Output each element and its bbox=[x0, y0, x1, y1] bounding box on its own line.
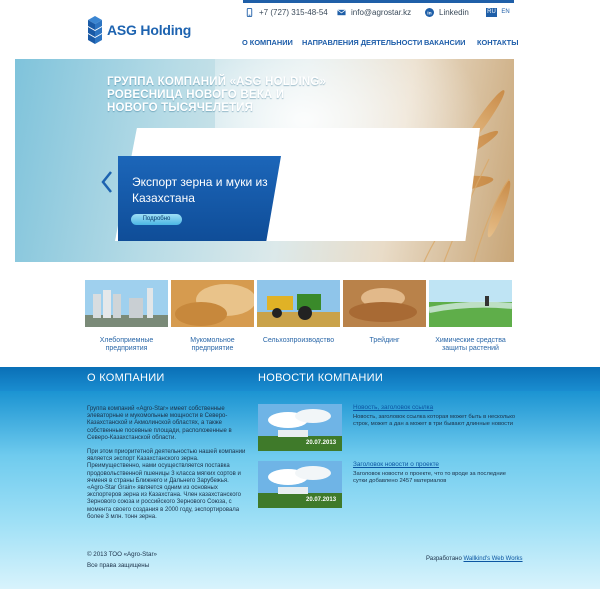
news-title-link[interactable]: Заголовок новости о проекте bbox=[353, 461, 439, 468]
footer-copyright: © 2013 ТОО «Agro-Star» Все права защищен… bbox=[87, 549, 157, 571]
nav-directions[interactable]: НАПРАВЛЕНИЯ ДЕЯТЕЛЬНОСТИ bbox=[302, 38, 422, 47]
copyright-text: © 2013 ТОО «Agro-Star» bbox=[87, 551, 157, 558]
lang-ru[interactable]: RU bbox=[486, 8, 497, 17]
direction-caption: Мукомольное предприятие bbox=[190, 337, 235, 352]
flour-image bbox=[171, 280, 256, 327]
email-contact[interactable]: info@agrostar.kz bbox=[337, 8, 411, 17]
nav-about[interactable]: О КОМПАНИИ bbox=[242, 38, 293, 47]
hands-grain-image bbox=[343, 280, 426, 327]
direction-caption: Хлебоприемные предприятия bbox=[99, 337, 154, 352]
news-date: 20.07.2013 bbox=[306, 440, 337, 446]
direction-item-agriculture[interactable]: Сельхозпроизводство bbox=[257, 280, 340, 345]
svg-text:in: in bbox=[427, 10, 431, 16]
direction-item-grain[interactable]: Хлебоприемные предприятия bbox=[85, 280, 168, 353]
hero-slider: ГРУППА КОМПАНИЙ «ASG HOLDING» РОВЕСНИЦА … bbox=[15, 59, 514, 262]
logo-text: ASG Holding bbox=[107, 22, 192, 38]
news-description: Заголовок новости о проекте, что то врод… bbox=[353, 471, 506, 484]
nav-vacancies[interactable]: ВАКАНСИИ bbox=[424, 38, 465, 47]
phone-text: +7 (727) 315-48-54 bbox=[259, 8, 328, 17]
developer-link[interactable]: Wallkind's Web Works bbox=[463, 556, 522, 562]
linkedin-text: Linkedin bbox=[439, 8, 469, 17]
mail-icon bbox=[337, 9, 346, 16]
direction-caption: Трейдинг bbox=[369, 337, 400, 344]
email-text: info@agrostar.kz bbox=[351, 8, 412, 17]
hero-subtitle: Экспорт зерна и муки из Казахстана bbox=[132, 175, 268, 205]
direction-caption: Химические средства защиты растений bbox=[435, 337, 506, 352]
direction-item-trading[interactable]: Трейдинг bbox=[343, 280, 426, 345]
news-title-link[interactable]: Новость, заголовок ссылка bbox=[353, 404, 433, 411]
lang-en[interactable]: EN bbox=[500, 8, 511, 17]
slider-prev-icon[interactable] bbox=[100, 170, 114, 194]
news-date: 20.07.2013 bbox=[306, 497, 337, 503]
developer-label: Разработано bbox=[426, 556, 462, 562]
direction-caption: Сельхозпроизводство bbox=[262, 337, 335, 344]
language-switcher: RU EN bbox=[486, 8, 511, 17]
directions-strip: Хлебоприемные предприятия Мукомольное пр… bbox=[0, 280, 600, 355]
phone-contact[interactable]: +7 (727) 315-48-54 bbox=[245, 8, 328, 17]
main-nav: О КОМПАНИИ НАПРАВЛЕНИЯ ДЕЯТЕЛЬНОСТИ ВАКА… bbox=[0, 38, 600, 50]
linkedin-contact[interactable]: in Linkedin bbox=[425, 8, 469, 17]
about-text: Группа компаний «Agro-Star» имеет собств… bbox=[87, 406, 247, 521]
footer-developer: Разработано Wallkind's Web Works bbox=[426, 556, 523, 562]
header-accent-line bbox=[243, 0, 514, 3]
news-item: 20.07.2013 Заголовок новости о проекте З… bbox=[258, 461, 518, 511]
news-heading: НОВОСТИ КОМПАНИИ bbox=[258, 372, 384, 384]
hero-title: ГРУППА КОМПАНИЙ «ASG HOLDING» РОВЕСНИЦА … bbox=[107, 76, 327, 114]
hero-more-button[interactable]: Подробно bbox=[131, 214, 182, 225]
about-paragraph: Группа компаний «Agro-Star» имеет собств… bbox=[87, 406, 232, 441]
direction-item-chemicals[interactable]: Химические средства защиты растений bbox=[428, 280, 513, 353]
nav-contacts[interactable]: КОНТАКТЫ bbox=[477, 38, 518, 47]
rights-text: Все права защищены bbox=[87, 562, 150, 569]
tractor-image bbox=[257, 280, 340, 327]
news-item: 20.07.2013 Новость, заголовок ссылка Нов… bbox=[258, 404, 518, 454]
phone-icon bbox=[246, 8, 253, 17]
linkedin-icon: in bbox=[425, 8, 434, 17]
about-heading: О КОМПАНИИ bbox=[87, 372, 165, 384]
about-paragraph: При этом приоритетной деятельностью наше… bbox=[87, 449, 246, 520]
news-description: Новость, заголовок ссылка которая может … bbox=[353, 414, 516, 427]
direction-item-mill[interactable]: Мукомольное предприятие bbox=[171, 280, 256, 353]
sprayer-field-image bbox=[428, 280, 513, 327]
grain-elevator-image bbox=[85, 280, 168, 327]
